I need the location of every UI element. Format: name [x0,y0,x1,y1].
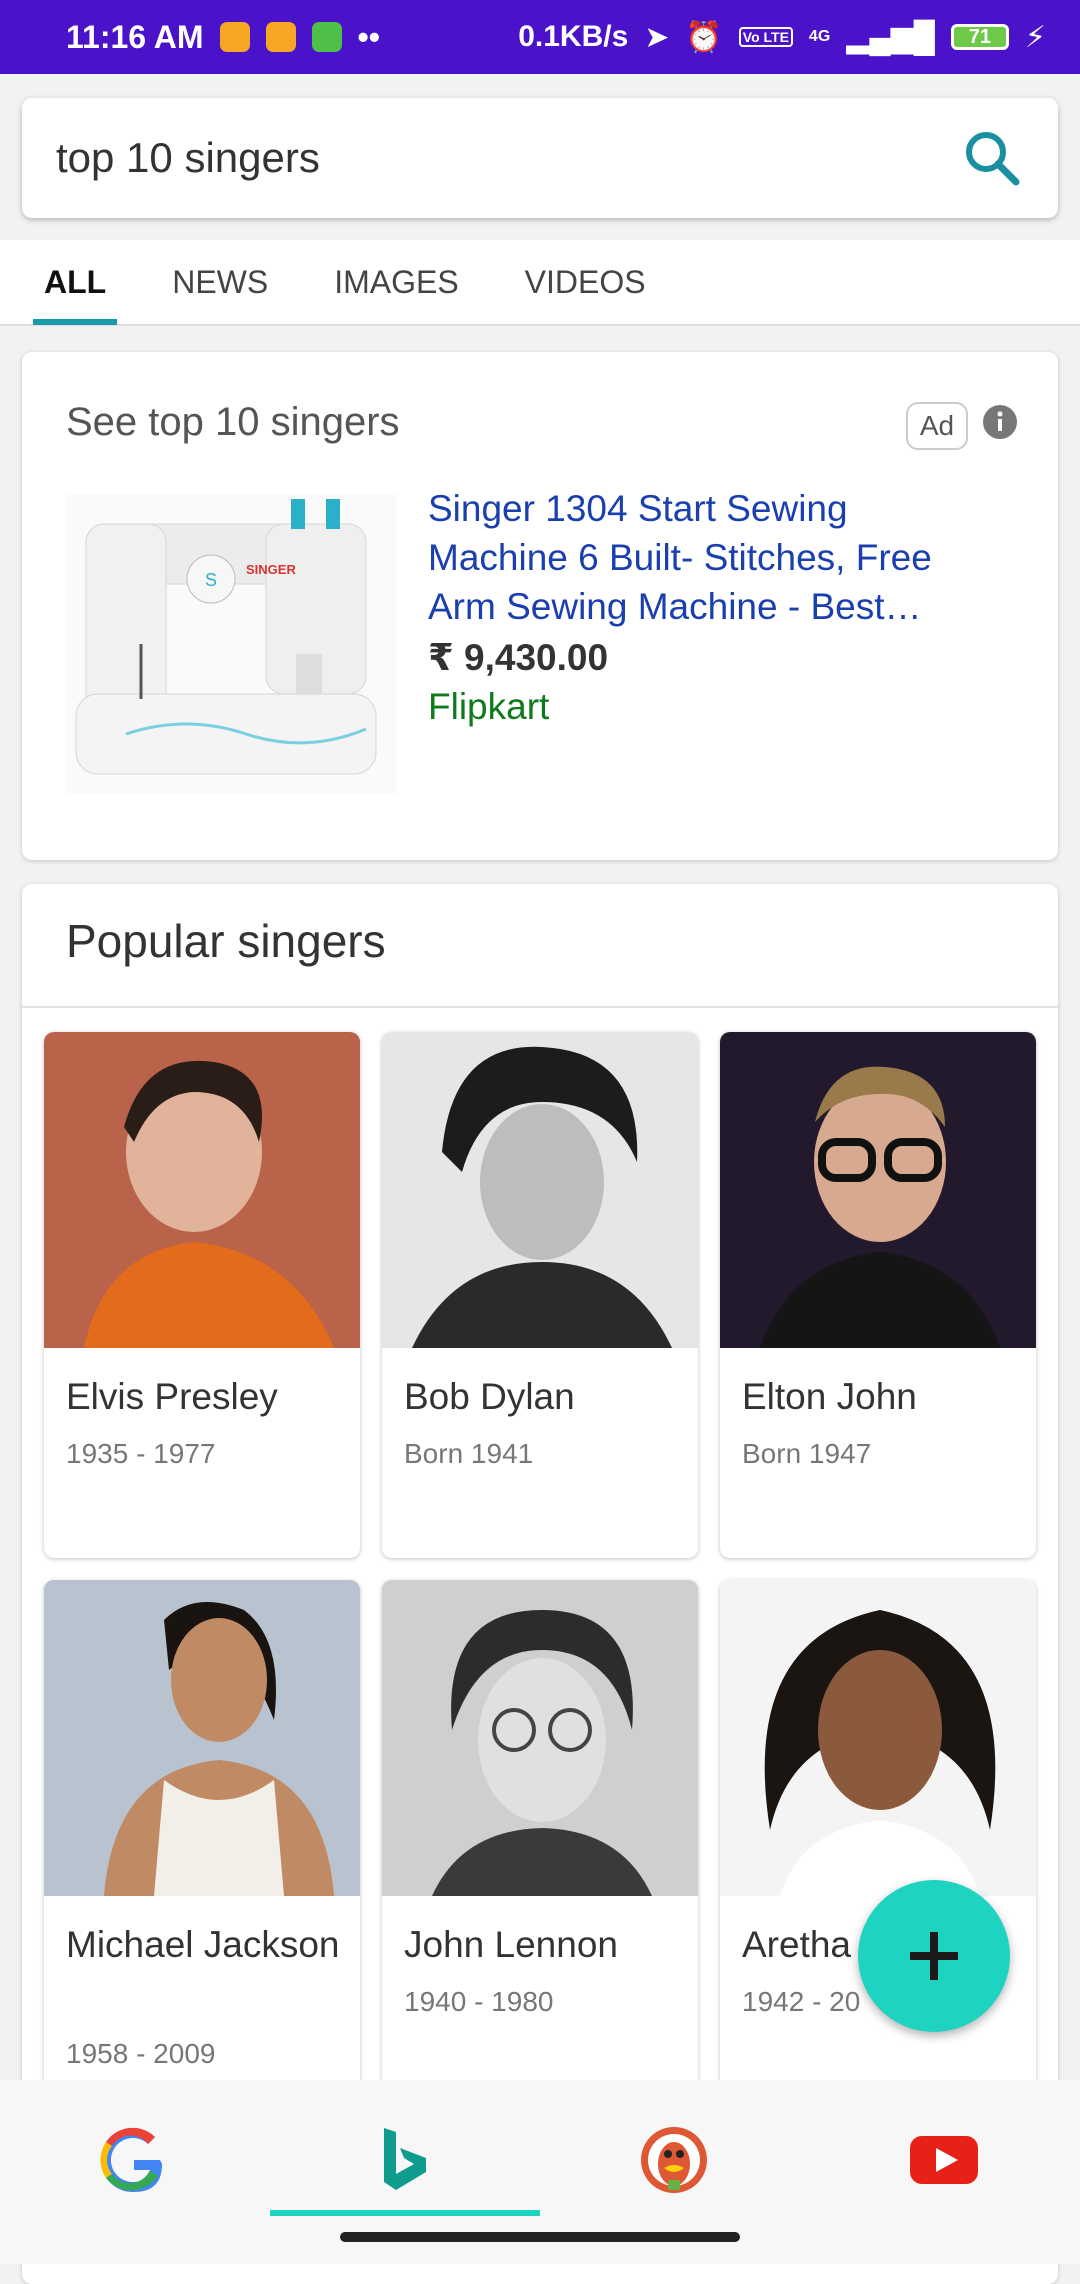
ad-badge: Ad [906,402,968,450]
singer-name: Elton John [742,1376,917,1417]
singer-name: John Lennon [404,1924,618,1965]
nav-bing[interactable] [354,2120,454,2200]
singer-photo [720,1032,1036,1348]
popular-singers-card: Popular singers Elvis Presley 1935 - 197… [22,884,1058,2284]
singer-card-michael-jackson[interactable]: Michael Jackson 1958 - 2009 [44,1580,360,2140]
search-bar[interactable]: top 10 singers [22,98,1058,218]
location-icon: ➤ [644,20,670,54]
android-icon [311,22,342,52]
nav-duckduckgo[interactable] [624,2120,724,2200]
sewing-machine-image[interactable]: S SINGER [66,494,396,794]
ad-card: See top 10 singers Ad S SINGER Singer 13… [22,352,1058,860]
volte-icon: Vo LTE [738,27,793,47]
network-type: 4G [808,28,831,45]
tab-news[interactable]: NEWS [172,239,268,325]
divider [22,1006,1058,1008]
notification-app-icon [265,22,296,52]
battery-level: 71 [968,25,992,48]
singer-name: Michael Jackson [66,1924,340,1965]
info-icon[interactable] [982,404,1018,440]
singer-years: 1935 - 1977 [66,1438,216,1469]
singer-card-john-lennon[interactable]: John Lennon 1940 - 1980 [382,1580,698,2140]
search-input[interactable]: top 10 singers [56,134,960,182]
singer-name: Elvis Presley [66,1376,278,1417]
singer-photo [720,1580,1036,1896]
singer-card-elvis-presley[interactable]: Elvis Presley 1935 - 1977 [44,1032,360,1558]
plus-icon [910,1932,958,1980]
nav-google[interactable] [84,2120,184,2200]
add-fab-button[interactable] [858,1880,1010,2032]
youtube-icon [910,2136,978,2184]
singer-brand-logo: SINGER [246,562,296,577]
tab-images[interactable]: IMAGES [334,239,458,325]
result-tabs: ALL NEWS IMAGES VIDEOS [0,240,1080,326]
alarm-icon: ⏰ [685,20,723,54]
nav-youtube[interactable] [894,2120,994,2200]
charging-icon: ⚡ [1024,20,1046,54]
ad-heading: See top 10 singers [66,400,400,444]
singer-name: Bob Dylan [404,1376,575,1417]
more-notifications-icon: •• [357,18,380,55]
singer-photo [44,1580,360,1896]
bing-icon [384,2128,426,2190]
singer-years: Born 1941 [404,1438,534,1469]
singer-photo [382,1580,698,1896]
singer-years: Born 1947 [742,1438,872,1469]
battery-icon: 71 [950,24,1009,50]
tab-videos[interactable]: VIDEOS [525,239,646,325]
status-bar: 11:16 AM •• 0.1KB/s ➤ ⏰ Vo LTE 4G ▂▄▆█ 7… [0,0,1080,74]
svg-text:S: S [205,570,217,590]
clock: 11:16 AM [66,18,204,55]
singer-years: 1958 - 2009 [66,2038,216,2069]
search-icon[interactable] [960,126,1024,190]
singer-photo [382,1032,698,1348]
section-heading: Popular singers [66,915,386,967]
singer-card-aretha[interactable]: Aretha 1942 - 20 [720,1580,1036,2140]
singer-years: 1942 - 20 [742,1986,861,2017]
singer-card-bob-dylan[interactable]: Bob Dylan Born 1941 [382,1032,698,1558]
duckduckgo-icon [641,2127,707,2193]
product-store[interactable]: Flipkart [428,686,549,728]
singer-years: 1940 - 1980 [404,1986,554,2017]
network-speed: 0.1KB/s [518,20,629,53]
google-icon [100,2127,162,2193]
home-indicator[interactable] [340,2232,740,2242]
signal-icon: ▂▄▆█ [846,20,935,54]
notification-app-icon [219,22,250,52]
product-link[interactable]: Singer 1304 Start Sewing Machine 6 Built… [428,484,988,631]
singer-card-elton-john[interactable]: Elton John Born 1947 [720,1032,1036,1558]
product-price: ₹ 9,430.00 [428,637,609,678]
tab-all[interactable]: ALL [32,239,118,325]
singer-photo [44,1032,360,1348]
active-tab-indicator [270,2210,540,2216]
